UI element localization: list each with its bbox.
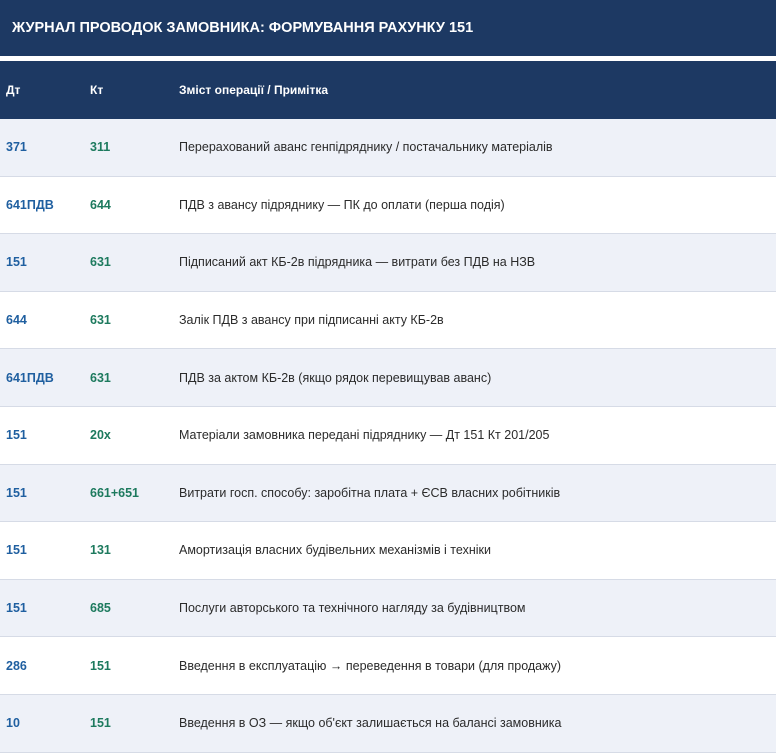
operation-description: Введення в експлуатацію → переведення в … xyxy=(179,658,562,673)
credit-account: 631 xyxy=(90,370,111,385)
credit-account: 685 xyxy=(90,601,111,616)
column-header-kt: Кт xyxy=(90,83,104,97)
operation-description: Перерахований аванс генпідряднику / пост… xyxy=(179,140,553,155)
debit-account: 286 xyxy=(6,658,27,673)
debit-account: 644 xyxy=(6,313,27,328)
debit-account: 641ПДВ xyxy=(6,370,54,385)
operation-description: Введення в ОЗ — якщо об'єкт залишається … xyxy=(179,716,562,731)
table-row: 10 151 Введення в ОЗ — якщо об'єкт залишає… xyxy=(0,694,776,753)
credit-account: 311 xyxy=(90,140,111,155)
debit-account: 371 xyxy=(6,140,27,155)
credit-account: 644 xyxy=(90,197,111,212)
operation-description: Послуги авторського та технічного нагляд… xyxy=(179,601,526,616)
table-row: 286 151 Введення в експлуатацію → переведе… xyxy=(0,637,776,695)
operation-description: ПДВ з авансу підряднику — ПК до оплати (… xyxy=(179,197,505,212)
column-header-dt: Дт xyxy=(6,83,21,97)
debit-account: 151 xyxy=(6,543,27,558)
credit-account: 151 xyxy=(90,716,111,731)
table-header: Дт Кт Зміст операції / Примітка xyxy=(0,61,776,119)
operation-description: Залік ПДВ з авансу при підписанні акту К… xyxy=(179,313,444,328)
table-row: 371 311 Перерахований аванс генпідряднику … xyxy=(0,119,776,177)
credit-account: 20х xyxy=(90,428,111,443)
table-row: 151 685 Послуги авторського та технічного … xyxy=(0,579,776,638)
credit-account: 661+651 xyxy=(90,485,140,500)
table-row: 644 631 Залік ПДВ з авансу при підписанні … xyxy=(0,291,776,350)
operation-description: Амортизація власних будівельних механізм… xyxy=(179,543,491,558)
table-row: 151 631 Підписаний акт КБ-2в підрядника — … xyxy=(0,234,776,292)
debit-account: 151 xyxy=(6,255,27,270)
journal-title: ЖУРНАЛ ПРОВОДОК ЗАМОВНИКА: ФОРМУВАННЯ РА… xyxy=(0,0,776,56)
operation-description: ПДВ за актом КБ-2в (якщо рядок перевищув… xyxy=(179,370,492,385)
debit-account: 151 xyxy=(6,601,27,616)
table-row: 151 661+651 Витрати госп. способу: заробіт… xyxy=(0,464,776,523)
debit-account: 151 xyxy=(6,428,27,443)
debit-account: 641ПДВ xyxy=(6,197,54,212)
operation-description: Підписаний акт КБ-2в підрядника — витрат… xyxy=(179,255,536,270)
credit-account: 631 xyxy=(90,313,111,328)
table-row: 641ПДВ 631 ПДВ за актом КБ-2в (якщо рядок … xyxy=(0,349,776,407)
operation-description: Витрати госп. способу: заробітна плата +… xyxy=(179,485,561,500)
table-row: 151 131 Амортизація власних будівельних ме… xyxy=(0,522,776,580)
table-row: 641ПДВ 644 ПДВ з авансу підряднику — ПК до… xyxy=(0,176,776,235)
table-row: 151 20х Матеріали замовника передані підря… xyxy=(0,406,776,465)
credit-account: 631 xyxy=(90,255,111,270)
credit-account: 131 xyxy=(90,543,111,558)
debit-account: 151 xyxy=(6,485,27,500)
credit-account: 151 xyxy=(90,658,111,673)
column-header-description: Зміст операції / Примітка xyxy=(179,83,329,97)
table-body: 371 311 Перерахований аванс генпідряднику … xyxy=(0,119,776,753)
operation-description: Матеріали замовника передані підряднику … xyxy=(179,428,550,443)
debit-account: 10 xyxy=(6,716,20,731)
